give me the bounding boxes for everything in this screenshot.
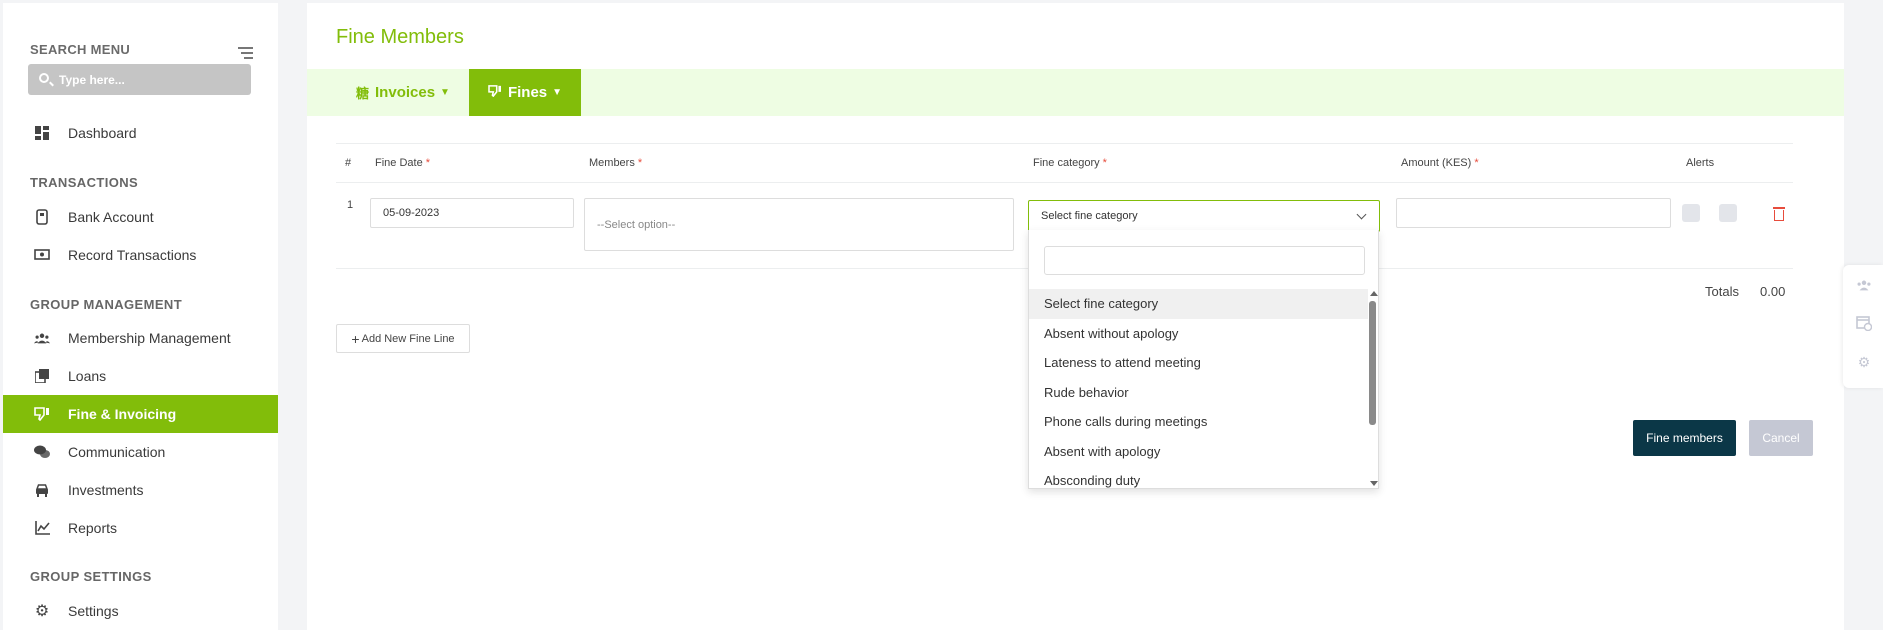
tab-label: Fines <box>507 84 548 101</box>
sidebar-item-label: Fine & Invoicing <box>68 406 177 422</box>
dropdown-search-input[interactable] <box>1044 246 1365 275</box>
fine-category-select[interactable]: Select fine category <box>1028 200 1380 232</box>
gear-icon[interactable]: ⚙ <box>1856 354 1872 370</box>
header-amount: Amount (KES) * <box>1401 157 1479 169</box>
sidebar-item-label: Loans <box>68 368 107 384</box>
dropdown-options: Select fine category Absent without apol… <box>1029 289 1368 488</box>
quick-actions-panel: ⚙ <box>1843 265 1883 388</box>
hamburger-icon[interactable] <box>238 47 253 62</box>
delete-icon[interactable] <box>1773 207 1785 221</box>
dropdown-option[interactable]: Rude behavior <box>1029 378 1368 408</box>
sidebar-item-label: Dashboard <box>68 125 137 141</box>
alert-sms-checkbox[interactable] <box>1682 204 1700 222</box>
section-group-management: GROUP MANAGEMENT <box>30 297 183 312</box>
chevron-down-icon: ▼ <box>552 87 563 98</box>
gear-icon: ⚙ <box>34 603 50 620</box>
sidebar: SEARCH MENU Dashboard TRANSACTIONS Bank … <box>3 3 278 630</box>
row-number: 1 <box>347 199 354 211</box>
sidebar-search[interactable] <box>28 64 251 95</box>
dropdown-option[interactable]: Phone calls during meetings <box>1029 407 1368 437</box>
members-select[interactable]: --Select option-- <box>584 198 1014 251</box>
header-fine-date: Fine Date * <box>375 157 430 169</box>
dropdown-option[interactable]: Absconding duty <box>1029 466 1368 488</box>
sidebar-item-label: Communication <box>68 444 166 460</box>
chevron-down-icon: ▼ <box>440 87 450 98</box>
sidebar-item-investments[interactable]: Investments <box>3 471 278 509</box>
sidebar-item-communication[interactable]: Communication <box>3 433 278 471</box>
amount-input[interactable] <box>1396 198 1671 228</box>
add-line-label: Add New Fine Line <box>361 332 455 345</box>
invoice-icon: 糖 <box>356 86 370 101</box>
fine-members-button[interactable]: Fine members <box>1633 420 1736 456</box>
chat-icon <box>34 444 50 460</box>
sidebar-item-settings[interactable]: ⚙ Settings <box>3 592 278 630</box>
sidebar-item-label: Settings <box>68 603 119 619</box>
plus-icon: + <box>351 330 360 347</box>
header-members: Members * <box>589 157 643 169</box>
header-num: # <box>345 157 352 169</box>
section-group-settings: GROUP SETTINGS <box>30 569 152 584</box>
sidebar-search-input[interactable] <box>59 64 244 95</box>
add-fine-line-button[interactable]: + Add New Fine Line <box>336 324 470 353</box>
table-top-divider <box>336 143 1793 144</box>
sidebar-item-label: Reports <box>68 520 118 536</box>
tab-invoices[interactable]: 糖 Invoices ▼ <box>356 69 450 116</box>
dropdown-option[interactable]: Select fine category <box>1029 289 1368 319</box>
loans-icon <box>34 368 50 384</box>
tab-bar: 糖 Invoices ▼ Fines ▼ <box>307 69 1844 116</box>
totals-value: 0.00 <box>1760 284 1786 299</box>
sidebar-item-loans[interactable]: Loans <box>3 357 278 395</box>
dropdown-scrollbar[interactable] <box>1368 289 1378 488</box>
header-fine-category: Fine category * <box>1033 157 1107 169</box>
header-divider <box>336 182 1793 183</box>
page-title: Fine Members <box>336 26 464 48</box>
dropdown-option[interactable]: Absent with apology <box>1029 437 1368 467</box>
thumbs-down-icon <box>488 85 502 100</box>
sidebar-item-label: Bank Account <box>68 209 154 225</box>
section-transactions: TRANSACTIONS <box>30 175 139 190</box>
chevron-down-icon <box>1356 209 1367 220</box>
header-alerts: Alerts <box>1686 157 1715 169</box>
sidebar-item-record-transactions[interactable]: Record Transactions <box>3 236 278 274</box>
car-icon <box>34 482 50 498</box>
thumbs-down-icon <box>34 406 50 422</box>
people-icon <box>34 330 50 346</box>
dropdown-option[interactable]: Absent without apology <box>1029 319 1368 349</box>
search-icon <box>39 73 49 83</box>
sidebar-item-dashboard[interactable]: Dashboard <box>3 114 278 152</box>
search-menu-label: SEARCH MENU <box>30 42 131 57</box>
dashboard-icon <box>34 125 50 141</box>
bank-icon <box>34 209 50 225</box>
sidebar-item-reports[interactable]: Reports <box>3 509 278 547</box>
totals-label: Totals <box>1705 284 1739 299</box>
sidebar-item-bank-account[interactable]: Bank Account <box>3 198 278 236</box>
scroll-down-icon[interactable] <box>1370 481 1378 486</box>
chart-icon <box>34 520 50 536</box>
sidebar-item-label: Membership Management <box>68 330 231 346</box>
tab-fines[interactable]: Fines ▼ <box>469 69 581 116</box>
tab-label: Invoices <box>375 84 436 101</box>
money-icon <box>34 247 50 263</box>
sidebar-item-membership-management[interactable]: Membership Management <box>3 319 278 357</box>
scrollbar-thumb[interactable] <box>1369 301 1376 425</box>
sidebar-item-label: Investments <box>68 482 144 498</box>
people-icon[interactable] <box>1856 277 1872 293</box>
scroll-up-icon[interactable] <box>1370 291 1378 296</box>
fine-category-value: Select fine category <box>1041 210 1138 222</box>
dropdown-option[interactable]: Lateness to attend meeting <box>1029 348 1368 378</box>
sidebar-item-fine-invoicing[interactable]: Fine & Invoicing <box>3 395 278 433</box>
fine-date-input[interactable]: 05-09-2023 <box>370 198 574 228</box>
cancel-button[interactable]: Cancel <box>1749 420 1813 456</box>
sidebar-item-label: Record Transactions <box>68 247 197 263</box>
calendar-clock-icon[interactable] <box>1856 315 1872 331</box>
alert-email-checkbox[interactable] <box>1719 204 1737 222</box>
fine-category-dropdown: Select fine category Absent without apol… <box>1028 230 1379 489</box>
